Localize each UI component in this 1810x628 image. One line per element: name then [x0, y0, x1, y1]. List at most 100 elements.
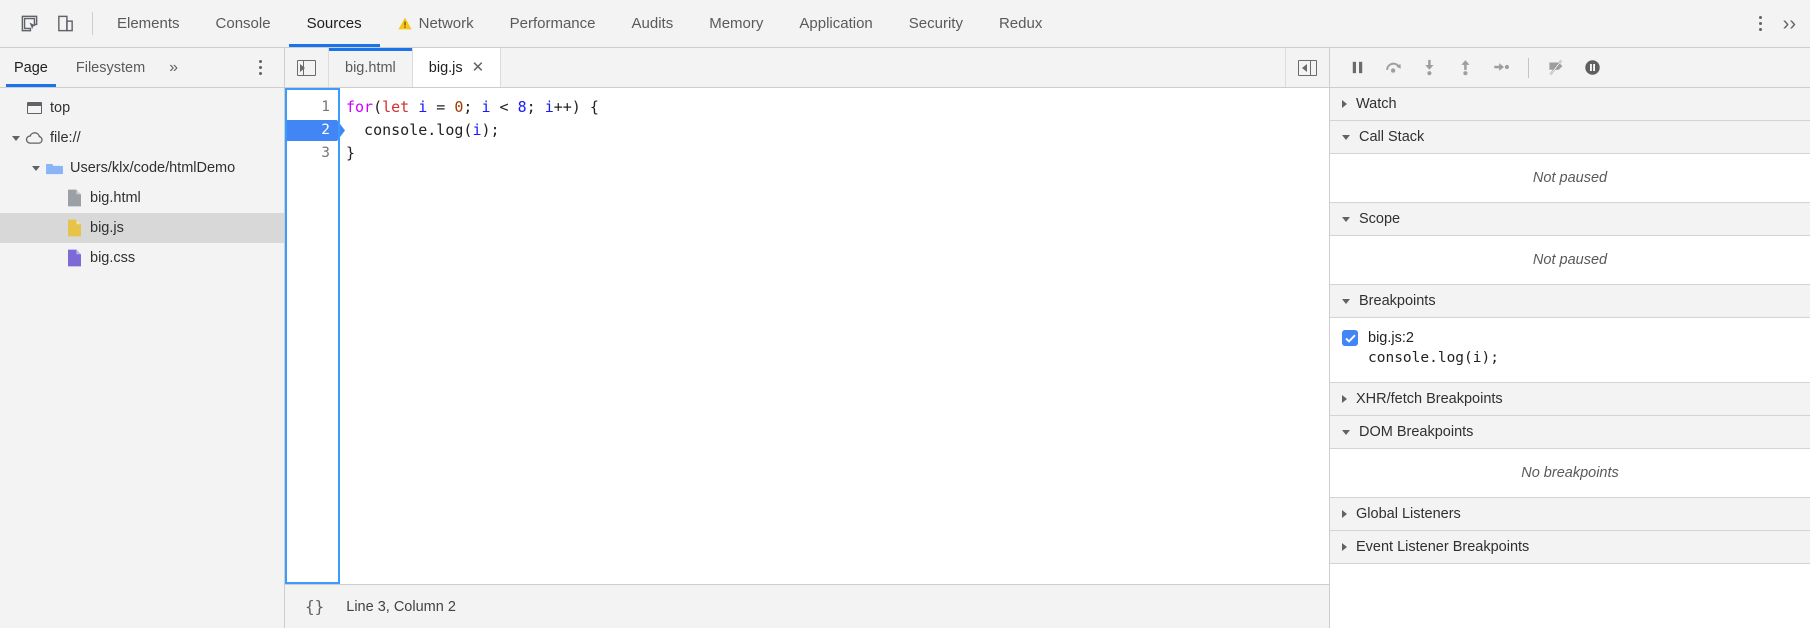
panel-tab-network[interactable]: Network — [380, 0, 492, 47]
resume-script-execution-button[interactable] — [1340, 53, 1374, 83]
debugger-section-global-listeners[interactable]: Global Listeners — [1330, 497, 1810, 531]
debugger-section-title: Scope — [1359, 211, 1401, 227]
tree-item-file---[interactable]: file:// — [0, 123, 284, 153]
code-token: 8 — [517, 98, 527, 116]
code-line-3: } — [346, 142, 1329, 165]
code-token: let — [382, 98, 410, 116]
step-out-button[interactable] — [1448, 53, 1482, 83]
tree-item-big.js[interactable]: big.js — [0, 213, 284, 243]
panel-tab-elements[interactable]: Elements — [99, 0, 198, 47]
editor-tab-big-html[interactable]: big.html — [329, 48, 413, 87]
frame-icon — [24, 102, 44, 114]
cloud-icon — [24, 131, 44, 145]
code-line-2: console.log(i); — [346, 119, 1329, 142]
breakpoint-location: big.js:2 — [1368, 330, 1414, 346]
panel-tab-label: Application — [799, 15, 873, 32]
panel-tab-redux[interactable]: Redux — [981, 0, 1060, 47]
tree-item-users-klx-code-htmldemo[interactable]: Users/klx/code/htmlDemo — [0, 153, 284, 183]
debugger-section-watch[interactable]: Watch — [1330, 88, 1810, 121]
step-over-button[interactable] — [1376, 53, 1410, 83]
empty-state-message: Not paused — [1532, 170, 1608, 186]
tree-item-big.html[interactable]: big.html — [0, 183, 284, 213]
nav-more-tabs-icon[interactable]: » — [159, 48, 188, 87]
tree-item-big.css[interactable]: big.css — [0, 243, 284, 273]
file-css-icon — [64, 249, 84, 267]
debugger-section-body-call-stack: Not paused — [1330, 154, 1810, 203]
file-tree: top file:// Users/klx/code/htmlDemo big.htm… — [0, 88, 284, 628]
debugger-section-scope[interactable]: Scope — [1330, 202, 1810, 236]
tree-item-label: file:// — [50, 130, 81, 146]
debugger-section-event-listener-breakpoints[interactable]: Event Listener Breakpoints — [1330, 530, 1810, 564]
close-icon[interactable]: ✕ — [472, 60, 485, 75]
debugger-sections-wrap: Watch Call Stack Not paused Scope Not paused… — [1330, 88, 1810, 628]
chevron-down-icon[interactable] — [28, 165, 44, 171]
folder-icon — [44, 161, 64, 176]
panel-tab-console[interactable]: Console — [198, 0, 289, 47]
more-options-icon[interactable] — [1749, 12, 1773, 36]
toolbar-right-controls: ›› — [1732, 0, 1810, 47]
debugger-section-dom-breakpoints[interactable]: DOM Breakpoints — [1330, 415, 1810, 449]
chevron-right-icon — [1342, 543, 1347, 551]
chevron-down-icon — [1342, 134, 1350, 140]
breakpoint-list-item[interactable]: big.js:2 console.log(i); — [1330, 328, 1810, 372]
chevron-down-icon[interactable] — [8, 135, 24, 141]
debugger-pane: Watch Call Stack Not paused Scope Not paused… — [1330, 48, 1810, 628]
nav-tab-page[interactable]: Page — [0, 48, 62, 87]
panel-tab-memory[interactable]: Memory — [691, 0, 781, 47]
panel-tab-application[interactable]: Application — [781, 0, 890, 47]
tree-item-top[interactable]: top — [0, 93, 284, 123]
line-number-3[interactable]: 3 — [285, 142, 339, 165]
chevron-right-icon — [1342, 100, 1347, 108]
line-number-1[interactable]: 1 — [285, 96, 339, 119]
panel-tab-sources[interactable]: Sources — [288, 0, 380, 47]
show-navigator-icon[interactable] — [285, 48, 329, 87]
panel-tab-label: Console — [215, 15, 271, 32]
inspect-cursor-icon[interactable] — [18, 13, 40, 35]
debugger-section-title: DOM Breakpoints — [1359, 424, 1474, 440]
code-token: ++) { — [553, 98, 599, 116]
panel-tab-label: Memory — [709, 15, 764, 32]
step-button[interactable] — [1484, 53, 1518, 83]
tree-item-label: big.css — [90, 250, 136, 266]
cursor-position-label: Line 3, Column 2 — [346, 598, 456, 615]
devtools-window: Elements Console Sources Network Performance… — [0, 0, 1810, 628]
editor-tab-big-html-label: big.html — [345, 59, 396, 76]
chevron-right-icon[interactable]: ›› — [1777, 14, 1802, 34]
debugger-section-xhr-fetch-breakpoints[interactable]: XHR/fetch Breakpoints — [1330, 382, 1810, 416]
devtools-body: Page Filesystem » top file:// Users/klx/co… — [0, 48, 1810, 628]
code-token: ; — [463, 98, 482, 116]
show-debugger-icon[interactable] — [1286, 48, 1329, 87]
pretty-print-button[interactable]: {} — [301, 597, 328, 616]
nav-tab-page-label: Page — [14, 59, 48, 76]
panel-tab-label: Network — [418, 15, 474, 32]
step-into-button[interactable] — [1412, 53, 1446, 83]
breakpoint-checkbox[interactable] — [1342, 330, 1358, 346]
debugger-section-breakpoints[interactable]: Breakpoints — [1330, 284, 1810, 318]
pause-on-exceptions-button[interactable] — [1575, 53, 1609, 83]
editor-tab-big-js-label: big.js — [428, 59, 463, 76]
debugger-section-call-stack[interactable]: Call Stack — [1330, 120, 1810, 154]
line-number-gutter[interactable]: 1 2 3 — [285, 88, 340, 584]
panel-tab-performance[interactable]: Performance — [492, 0, 614, 47]
tree-item-label: big.html — [90, 190, 141, 206]
code-token: = — [427, 98, 455, 116]
editor-pane: big.html big.js ✕ 1 2 3 for(let i = 0; i <… — [285, 48, 1330, 628]
nav-tab-filesystem[interactable]: Filesystem — [62, 48, 159, 87]
navigator-options-icon[interactable] — [236, 48, 284, 87]
editor-tab-big-js[interactable]: big.js ✕ — [412, 48, 502, 87]
source-code[interactable]: for(let i = 0; i < 8; i++) { console.log… — [340, 88, 1329, 584]
breakpoint-marker-line-2[interactable]: 2 — [285, 119, 339, 142]
code-editor[interactable]: 1 2 3 for(let i = 0; i < 8; i++) { console… — [285, 88, 1329, 584]
chevron-right-icon — [1342, 510, 1347, 518]
panel-tab-audits[interactable]: Audits — [614, 0, 692, 47]
debugger-section-title: Event Listener Breakpoints — [1356, 539, 1530, 555]
code-token: for — [346, 98, 374, 116]
breakpoint-code-snippet: console.log(i); — [1368, 350, 1499, 366]
panel-tab-label: Redux — [998, 15, 1043, 32]
panel-tab-security[interactable]: Security — [891, 0, 981, 47]
device-toolbar-icon[interactable] — [54, 13, 76, 35]
debugger-sections: Watch Call Stack Not paused Scope Not paused… — [1330, 88, 1810, 628]
deactivate-breakpoints-button[interactable] — [1539, 53, 1573, 83]
editor-tabbar: big.html big.js ✕ — [285, 48, 1329, 88]
